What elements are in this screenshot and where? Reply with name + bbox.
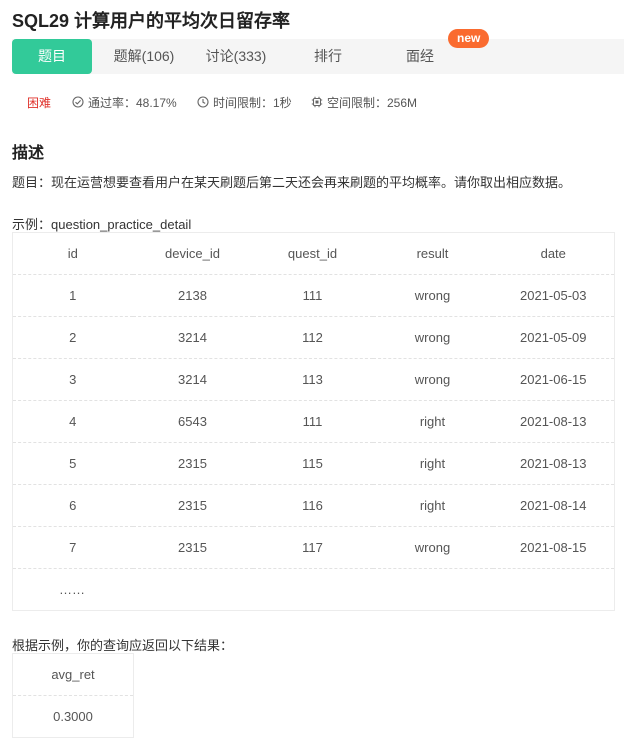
table-cell: 2021-08-13 xyxy=(492,442,615,485)
pass-rate-text: 通过率：48.17% xyxy=(88,95,177,110)
table-cell: 2021-08-13 xyxy=(492,400,615,443)
time-limit-text: 时间限制：1秒 xyxy=(213,95,292,110)
table-cell: 113 xyxy=(252,358,373,401)
table-cell: 2315 xyxy=(132,442,253,485)
table-header-row: id device_id quest_id result date xyxy=(12,232,615,275)
difficulty-label: 困难 xyxy=(27,95,52,110)
result-label: 根据示例，你的查询应返回以下结果： xyxy=(12,638,234,653)
table-cell: 6 xyxy=(12,484,133,527)
check-circle-icon xyxy=(72,96,84,108)
table-cell: 3214 xyxy=(132,358,253,401)
column-header: date xyxy=(492,232,615,275)
table-cell: 112 xyxy=(252,316,373,359)
table-cell: 2138 xyxy=(132,274,253,317)
table-cell: 2021-08-14 xyxy=(492,484,615,527)
table-cell: 2315 xyxy=(132,526,253,569)
difficulty-value: 困难 xyxy=(27,95,52,110)
clock-icon xyxy=(197,96,209,108)
table-cell: 111 xyxy=(252,400,373,443)
description-text: 题目：现在运营想要查看用户在某天刷题后第二天还会再来刷题的平均概率。请你取出相应… xyxy=(12,175,572,190)
space-limit: 空间限制：256M xyxy=(311,95,418,110)
table-row: 4 6543 111 right 2021-08-13 xyxy=(12,400,615,443)
column-header: device_id xyxy=(132,232,253,275)
memory-chip-icon xyxy=(311,96,323,108)
tab-bar: 题目 题解(106) 讨论(333) 排行 面经 xyxy=(12,39,624,74)
table-cell: 1 xyxy=(12,274,133,317)
column-header: result xyxy=(372,232,493,275)
column-header: id xyxy=(12,232,133,275)
table-header-row: avg_ret xyxy=(12,653,134,696)
table-cell: right xyxy=(372,400,493,443)
table-cell: 3 xyxy=(12,358,133,401)
table-row: 0.3000 xyxy=(13,696,134,738)
table-cell: 117 xyxy=(252,526,373,569)
new-badge: new xyxy=(448,29,490,48)
table-ellipsis-row: …… xyxy=(13,569,615,611)
table-cell: 2021-08-15 xyxy=(492,526,615,569)
result-table: avg_ret 0.3000 xyxy=(12,653,134,738)
table-cell: 2315 xyxy=(132,484,253,527)
table-cell: 2 xyxy=(12,316,133,359)
table-cell: 0.3000 xyxy=(53,709,93,724)
table-cell: wrong xyxy=(372,316,493,359)
table-cell: 116 xyxy=(252,484,373,527)
example-label: 示例：question_practice_detail xyxy=(12,217,192,232)
space-limit-text: 空间限制：256M xyxy=(327,95,418,110)
tab-discussion[interactable]: 讨论(333) xyxy=(196,39,276,74)
table-row: 5 2315 115 right 2021-08-13 xyxy=(12,442,615,485)
table-cell: 2021-05-03 xyxy=(492,274,615,317)
table-cell: 4 xyxy=(12,400,133,443)
table-row: 1 2138 111 wrong 2021-05-03 xyxy=(12,274,615,317)
table-ellipsis: …… xyxy=(59,582,85,597)
table-cell: 6543 xyxy=(132,400,253,443)
table-cell: 2021-05-09 xyxy=(492,316,615,359)
tab-interview[interactable]: 面经 xyxy=(380,39,460,74)
table-cell: 5 xyxy=(12,442,133,485)
table-row: 7 2315 117 wrong 2021-08-15 xyxy=(12,526,615,569)
table-cell: 7 xyxy=(12,526,133,569)
table-cell: 3214 xyxy=(132,316,253,359)
tab-ranking[interactable]: 排行 xyxy=(288,39,368,74)
sample-table: id device_id quest_id result date 1 2138… xyxy=(12,232,615,611)
table-cell: wrong xyxy=(372,526,493,569)
column-header: avg_ret xyxy=(12,653,134,696)
table-row: 6 2315 116 right 2021-08-14 xyxy=(12,484,615,527)
table-cell: wrong xyxy=(372,358,493,401)
tab-problem[interactable]: 题目 xyxy=(12,39,92,74)
table-cell: 115 xyxy=(252,442,373,485)
tab-solutions[interactable]: 题解(106) xyxy=(104,39,184,74)
description-heading: 描述 xyxy=(12,145,45,162)
table-row: 3 3214 113 wrong 2021-06-15 xyxy=(12,358,615,401)
time-limit: 时间限制：1秒 xyxy=(197,95,292,110)
table-cell: 111 xyxy=(252,274,373,317)
pass-rate: 通过率：48.17% xyxy=(72,95,177,110)
column-header: quest_id xyxy=(252,232,373,275)
table-row: 2 3214 112 wrong 2021-05-09 xyxy=(12,316,615,359)
table-cell: right xyxy=(372,442,493,485)
table-cell: right xyxy=(372,484,493,527)
table-cell: 2021-06-15 xyxy=(492,358,615,401)
page-title: SQL29 计算用户的平均次日留存率 xyxy=(12,11,291,31)
table-cell: wrong xyxy=(372,274,493,317)
